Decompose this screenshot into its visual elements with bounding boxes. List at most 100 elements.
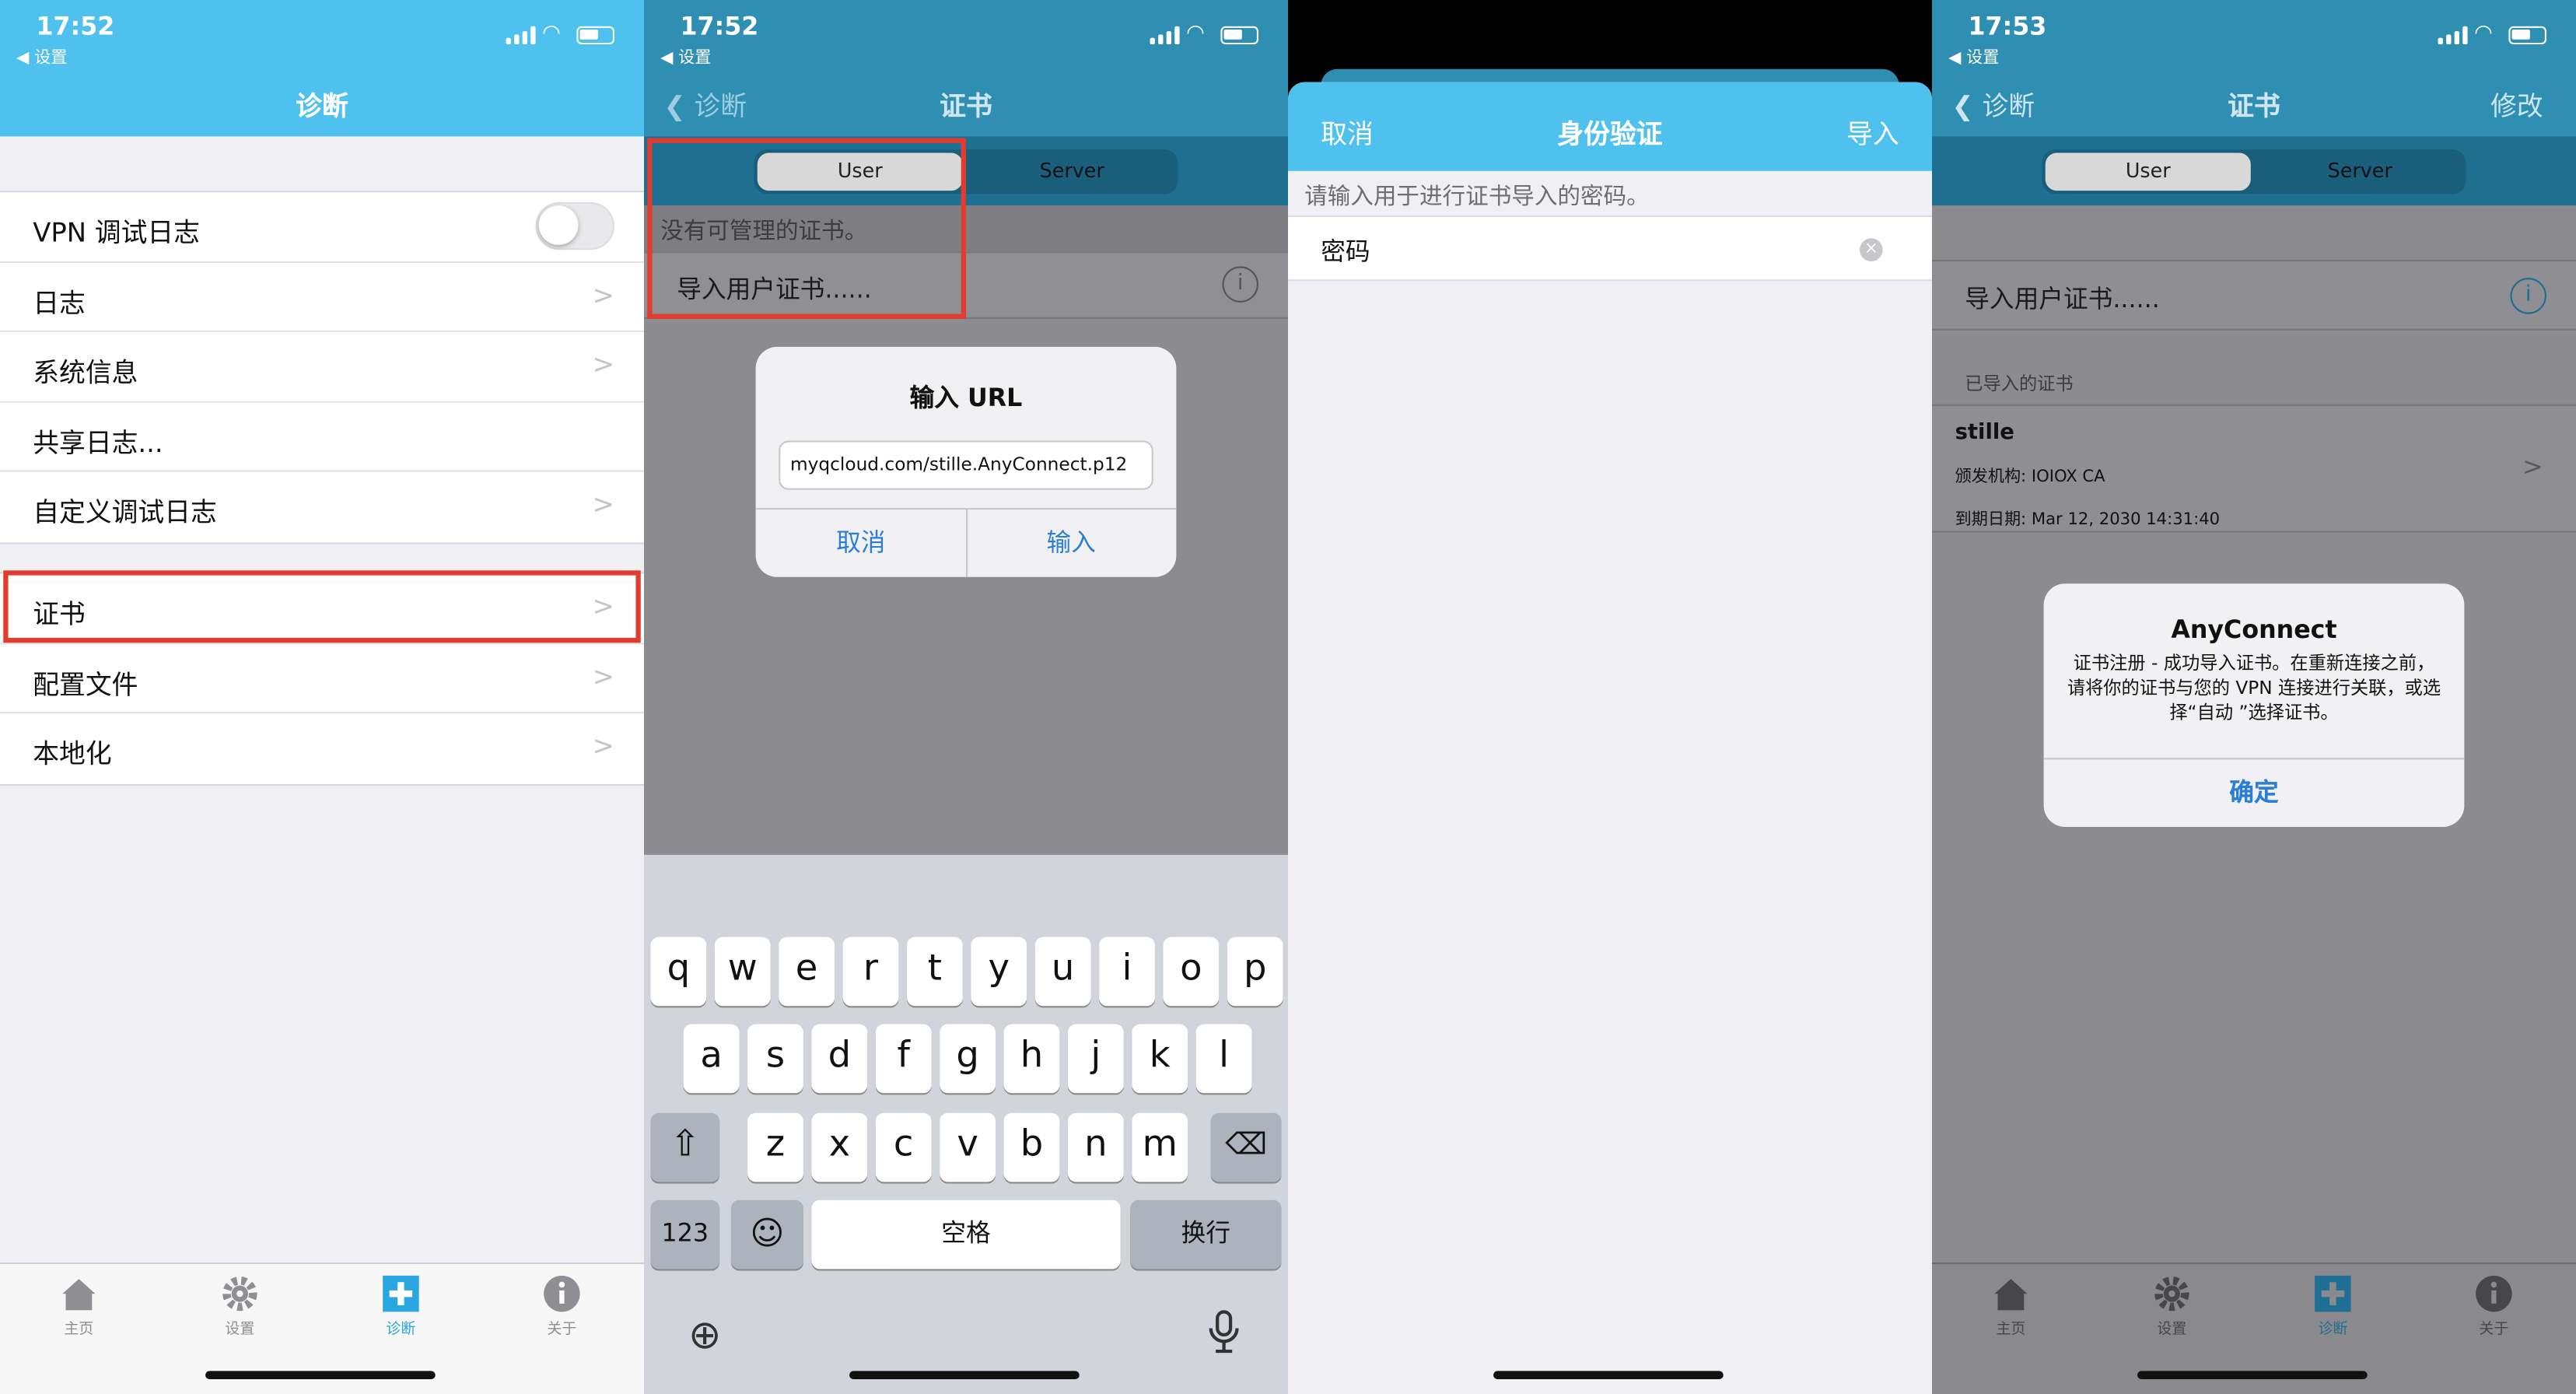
key-g[interactable]: g (940, 1024, 996, 1094)
return-key[interactable]: 换行 (1130, 1200, 1282, 1270)
status-time: 17:52 (680, 11, 759, 41)
alert-ok-button[interactable]: 确定 (2044, 759, 2465, 827)
screen-certificates-imported: 17:53 ◀ 设置 ◠ ❮ 诊断 证书 修改 User Server 导入用户… (1932, 0, 2576, 1394)
custom-debug-log-row[interactable]: 自定义调试日志 > (0, 471, 644, 541)
alert-cancel-button[interactable]: 取消 (756, 510, 966, 577)
chevron-right-icon: > (592, 488, 614, 520)
key-x[interactable]: x (811, 1112, 868, 1182)
alert-enter-button[interactable]: 输入 (966, 510, 1176, 577)
log-row[interactable]: 日志 > (0, 262, 644, 332)
key-o[interactable]: o (1163, 937, 1220, 1007)
segment-user[interactable]: User (2045, 152, 2251, 191)
key-k[interactable]: k (1132, 1024, 1188, 1094)
key-t[interactable]: t (906, 937, 963, 1007)
microphone-icon[interactable] (1206, 1308, 1241, 1354)
tab-settings[interactable]: 设置 (2123, 1274, 2221, 1338)
clear-icon[interactable]: × (1860, 238, 1883, 261)
status-time: 17:52 (36, 11, 115, 41)
segment-server[interactable]: Server (969, 153, 1174, 191)
emoji-key[interactable]: ☺ (730, 1200, 803, 1270)
tab-settings[interactable]: 设置 (191, 1274, 289, 1338)
key-p[interactable]: p (1227, 937, 1283, 1007)
gear-icon (222, 1276, 257, 1312)
plus-box-icon (383, 1275, 419, 1312)
key-q[interactable]: q (650, 937, 707, 1007)
password-field[interactable]: 密码 × (1288, 215, 1932, 282)
key-h[interactable]: h (1003, 1024, 1060, 1094)
key-u[interactable]: u (1034, 937, 1091, 1007)
status-bar: 17:52 ◀ 设置 ◠ (644, 0, 1288, 72)
system-info-row[interactable]: 系统信息 > (0, 332, 644, 402)
signal-icon (2438, 26, 2468, 45)
segment-server[interactable]: Server (2257, 153, 2462, 191)
home-indicator (2137, 1371, 2368, 1379)
shift-key[interactable]: ⇧ (650, 1112, 720, 1182)
info-icon[interactable]: i (1222, 266, 1258, 303)
space-key[interactable]: 空格 (811, 1200, 1121, 1270)
localization-row[interactable]: 本地化 > (0, 713, 644, 783)
chevron-right-icon: > (592, 278, 614, 310)
number-key[interactable]: 123 (650, 1200, 720, 1270)
back-to-settings[interactable]: ◀ 设置 (16, 43, 67, 67)
back-to-settings[interactable]: ◀ 设置 (660, 43, 711, 67)
home-icon (62, 1279, 96, 1311)
diagnostics-list: VPN 调试日志 日志 > 系统信息 > 共享日志... 自定义调试日志 > (0, 191, 644, 544)
key-j[interactable]: j (1067, 1024, 1124, 1094)
key-v[interactable]: v (940, 1112, 996, 1182)
status-time: 17:53 (1968, 11, 2047, 41)
screen-certificates-import: 17:52 ◀ 设置 ◠ ❮ 诊断 证书 User Server 没有可管理的证… (644, 0, 1288, 1394)
tab-home[interactable]: 主页 (1962, 1274, 2060, 1338)
key-n[interactable]: n (1067, 1112, 1124, 1182)
import-label: 导入用户证书...... (1965, 284, 2160, 314)
screen-authentication: 取消 身份验证 导入 请输入用于进行证书导入的密码。 密码 × (1288, 0, 1932, 1394)
tab-home[interactable]: 主页 (30, 1274, 128, 1338)
alert-title: AnyConnect (2171, 615, 2337, 645)
key-w[interactable]: w (714, 937, 771, 1007)
wifi-icon: ◠ (542, 21, 562, 47)
key-l[interactable]: l (1195, 1024, 1252, 1094)
url-value: myqcloud.com/stille.AnyConnect.p12 (789, 454, 1128, 475)
key-a[interactable]: a (683, 1024, 740, 1094)
key-i[interactable]: i (1099, 937, 1155, 1007)
share-log-row[interactable]: 共享日志... (0, 402, 644, 472)
tab-label: 诊断 (2318, 1322, 2348, 1339)
tab-diagnostics[interactable]: 诊断 (2284, 1274, 2382, 1338)
key-f[interactable]: f (875, 1024, 932, 1094)
key-s[interactable]: s (747, 1024, 803, 1094)
vpn-debug-log-toggle[interactable] (535, 201, 614, 250)
tab-label: 关于 (2479, 1322, 2509, 1339)
import-button[interactable]: 导入 (1846, 112, 1899, 152)
nav-bar: 17:53 ◀ 设置 ◠ ❮ 诊断 证书 修改 (1932, 0, 2576, 137)
tab-about[interactable]: 关于 (513, 1274, 611, 1338)
key-e[interactable]: e (779, 937, 835, 1007)
key-d[interactable]: d (811, 1024, 868, 1094)
key-b[interactable]: b (1003, 1112, 1060, 1182)
globe-icon[interactable]: ⊕ (688, 1312, 721, 1357)
cert-row-stille[interactable]: stille 颁发机构: IOIOX CA 到期日期: Mar 12, 2030… (1932, 404, 2576, 533)
row-label: 系统信息 (33, 356, 138, 388)
back-to-settings[interactable]: ◀ 设置 (1948, 43, 1999, 67)
vpn-debug-log-row: VPN 调试日志 (0, 192, 644, 263)
import-user-cert-row[interactable]: 导入用户证书...... i (1932, 259, 2576, 331)
edit-button[interactable]: 修改 (2490, 84, 2543, 124)
delete-key[interactable]: ⌫ (1210, 1112, 1282, 1182)
highlight-box (647, 138, 966, 319)
home-indicator (205, 1371, 436, 1379)
tab-label: 设置 (225, 1322, 255, 1339)
key-z[interactable]: z (747, 1112, 803, 1182)
tab-label: 主页 (1996, 1322, 2026, 1339)
url-input[interactable]: myqcloud.com/stille.AnyConnect.p12 (779, 440, 1153, 490)
segmented-control: User Server (1932, 136, 2576, 206)
profiles-row[interactable]: 配置文件 > (0, 643, 644, 714)
tab-about[interactable]: 关于 (2445, 1274, 2543, 1338)
key-r[interactable]: r (842, 937, 899, 1007)
key-y[interactable]: y (971, 937, 1027, 1007)
gear-icon (2154, 1276, 2189, 1312)
password-hint: 请输入用于进行证书导入的密码。 (1304, 184, 1650, 211)
signal-icon (1150, 26, 1180, 45)
tab-diagnostics[interactable]: 诊断 (352, 1274, 450, 1338)
tab-label: 关于 (547, 1322, 577, 1339)
key-m[interactable]: m (1132, 1112, 1188, 1182)
info-icon[interactable]: i (2510, 278, 2546, 314)
key-c[interactable]: c (875, 1112, 932, 1182)
